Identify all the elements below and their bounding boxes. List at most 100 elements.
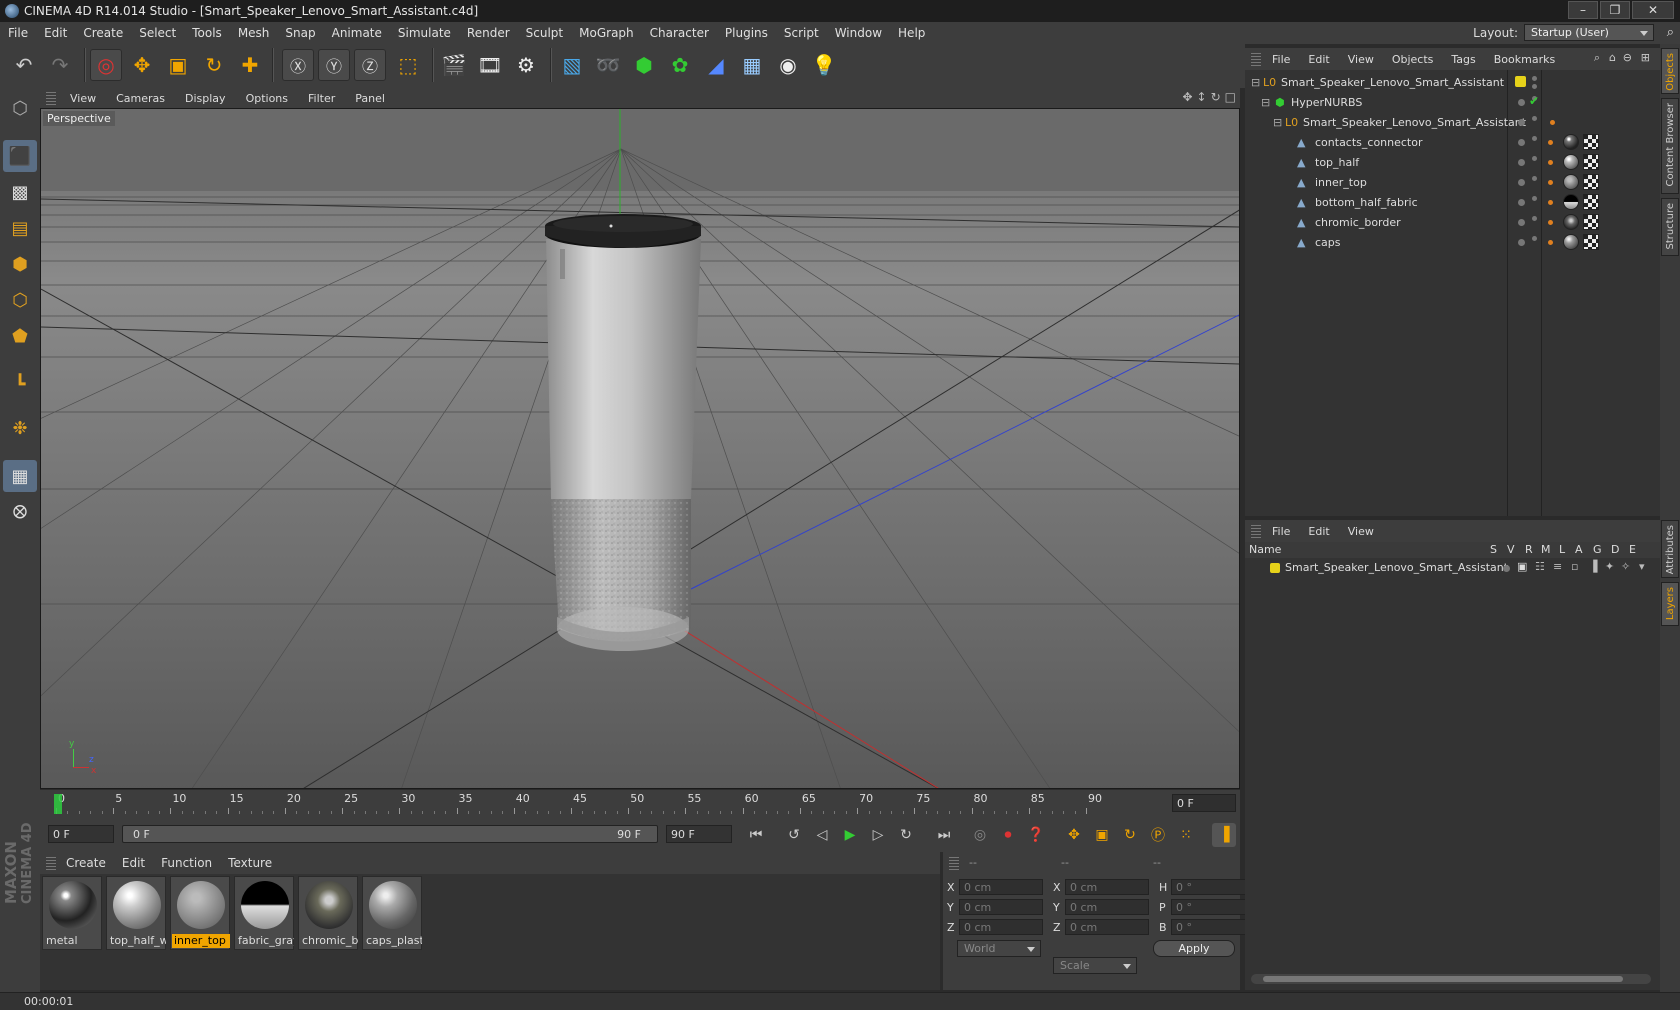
menu-edit[interactable]: Edit [36,26,75,40]
new-panel-icon[interactable]: ⊞ [1641,51,1650,64]
expand-icon[interactable]: ⊟ [1251,76,1260,89]
workplane-mode-icon[interactable]: ▤ [3,212,37,244]
editor-visibility-dot[interactable] [1532,76,1537,81]
material-swatch[interactable]: chromic_bc [298,876,358,950]
object-row[interactable]: ⊟ L0 Smart_Speaker_Lenovo_Smart_Assistan… [1245,112,1660,132]
material-swatch[interactable]: metal [42,876,102,950]
key-parameter-icon[interactable]: Ⓟ [1146,823,1170,847]
menu-select[interactable]: Select [131,26,184,40]
redo-icon[interactable]: ↷ [44,49,76,81]
expand-icon[interactable]: ⊟ [1261,96,1270,109]
layer-solo-dot[interactable] [1503,565,1510,572]
key-rotation-icon[interactable]: ↻ [1118,823,1142,847]
uvw-tag-icon[interactable] [1583,234,1599,250]
key-pla-icon[interactable]: ⁙ [1174,823,1198,847]
cube-primitive-icon[interactable]: ▧ [556,49,588,81]
column-expressions[interactable]: E [1629,543,1636,556]
end-frame-field[interactable]: 90 F [666,825,732,843]
next-frame-icon[interactable]: ▷ [866,823,890,847]
rot-h-field[interactable]: 0 ° [1171,879,1251,895]
layout-dropdown[interactable]: Startup (User) [1524,24,1654,41]
rotate-icon[interactable]: ↻ [198,49,230,81]
menu-snap[interactable]: Snap [277,26,323,40]
autokey-icon[interactable]: ⏺ [996,823,1020,847]
material-swatch[interactable]: top_half_w [106,876,166,950]
pos-z-field[interactable]: 0 cm [959,919,1043,935]
z-axis-lock-icon[interactable]: Ⓩ [354,49,386,81]
column-manager[interactable]: M [1541,543,1551,556]
move-icon[interactable]: ✥ [126,49,158,81]
material-tag-icon[interactable] [1563,214,1579,230]
maximize-view-icon[interactable]: □ [1225,90,1236,104]
array-icon[interactable]: ✿ [664,49,696,81]
search-icon[interactable]: ⌕ [1594,51,1600,65]
model-mode-icon[interactable]: ⬛ [3,140,37,172]
previous-frame-icon[interactable]: ◁ [810,823,834,847]
material-menu-create[interactable]: Create [58,856,114,870]
pos-y-field[interactable]: 0 cm [959,899,1043,915]
layer-row[interactable]: Smart_Speaker_Lenovo_Smart_Assistant ▣ ☷… [1245,558,1660,578]
frame-ruler[interactable]: 051015202530354045505560657075808590 [50,792,1170,816]
rot-p-field[interactable]: 0 ° [1171,899,1251,915]
phong-tag-icon[interactable] [1548,140,1553,145]
nurbs-icon[interactable]: ⬢ [628,49,660,81]
live-selection-icon[interactable]: ◎ [90,49,122,81]
pan-icon[interactable]: ✥ [1182,90,1192,104]
menu-mesh[interactable]: Mesh [230,26,278,40]
menu-simulate[interactable]: Simulate [390,26,459,40]
menu-create[interactable]: Create [75,26,131,40]
panel-grip[interactable] [46,91,56,105]
material-tag-icon[interactable] [1563,154,1579,170]
axis-mode-icon[interactable]: ┗ [3,368,37,400]
edges-mode-icon[interactable]: ⬡ [3,284,37,316]
layer-color-swatch[interactable] [1270,563,1280,573]
material-tag-icon[interactable] [1563,174,1579,190]
column-solo[interactable]: S [1490,543,1497,556]
visibility-dot[interactable] [1518,119,1525,126]
render-view-icon[interactable]: 🎬 [438,49,470,81]
timeline-window-icon[interactable]: ▐ [1212,823,1236,847]
column-visible[interactable]: V [1507,543,1515,556]
editor-visibility-dot[interactable] [1532,176,1537,181]
camera-icon[interactable]: ◉ [772,49,804,81]
visibility-dot[interactable] [1518,139,1525,146]
tab-structure[interactable]: Structure [1661,198,1679,256]
column-name[interactable]: Name [1249,543,1281,556]
object-row[interactable]: ▲ bottom_half_fabric [1245,192,1660,212]
uvw-tag-icon[interactable] [1583,174,1599,190]
column-animation[interactable]: A [1575,543,1583,556]
start-frame-field[interactable]: 0 F [48,825,114,843]
y-axis-lock-icon[interactable]: Ⓨ [318,49,350,81]
go-to-end-icon[interactable]: ⏭ [932,823,956,847]
orbit-icon[interactable]: ↻ [1211,90,1221,104]
visibility-dot[interactable] [1518,239,1525,246]
layer-lock-icon[interactable]: ▫ [1571,560,1578,573]
uvw-tag-icon[interactable] [1583,154,1599,170]
object-row[interactable]: ▲ chromic_border [1245,212,1660,232]
tab-content-browser[interactable]: Content Browser [1661,98,1679,194]
material-swatch[interactable]: caps_plasti [362,876,422,950]
dolly-icon[interactable]: ↕ [1197,90,1207,104]
viewport-menu-view[interactable]: View [60,92,106,105]
material-tag-icon[interactable] [1563,234,1579,250]
coordinate-mode-dropdown[interactable]: World [957,940,1041,957]
menu-animate[interactable]: Animate [324,26,390,40]
phong-tag-icon[interactable] [1548,240,1553,245]
uvw-tag-icon[interactable] [1583,134,1599,150]
material-tag-icon[interactable] [1563,134,1579,150]
menu-window[interactable]: Window [827,26,890,40]
menu-sculpt[interactable]: Sculpt [518,26,571,40]
uvw-tag-icon[interactable] [1583,194,1599,210]
go-to-start-icon[interactable]: ⏮ [744,823,768,847]
material-menu-function[interactable]: Function [153,856,220,870]
key-position-icon[interactable]: ✥ [1062,823,1086,847]
coordinate-system-icon[interactable]: ⬚ [392,49,424,81]
menu-mograph[interactable]: MoGraph [571,26,642,40]
viewport-menu-filter[interactable]: Filter [298,92,345,105]
visibility-dot[interactable] [1518,219,1525,226]
next-key-icon[interactable]: ↻ [894,823,918,847]
viewport-menu-cameras[interactable]: Cameras [106,92,175,105]
tweak-mode-icon[interactable]: ❉ [3,412,37,444]
panel-grip[interactable] [949,856,959,870]
undo-icon[interactable]: ↶ [8,49,40,81]
